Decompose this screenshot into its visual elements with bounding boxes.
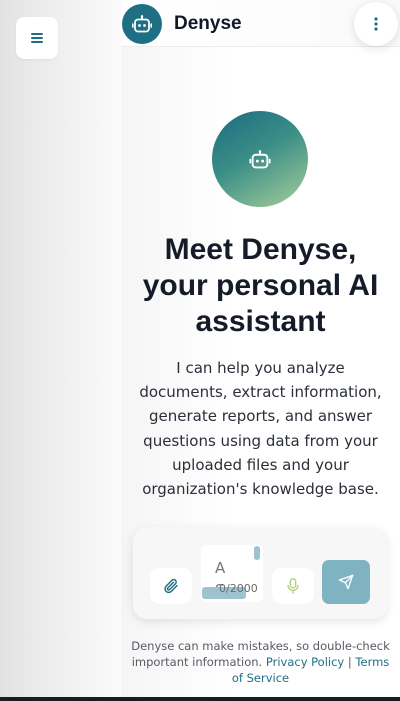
welcome-heading: Meet Denyse, your personal AI assistant [121, 232, 400, 340]
voice-input-button[interactable] [272, 568, 314, 604]
microphone-icon [287, 578, 299, 594]
welcome-heading-line-3: assistant [195, 305, 326, 338]
paperclip-icon [164, 578, 178, 594]
menu-button[interactable] [16, 17, 58, 59]
paper-plane-icon [338, 574, 354, 590]
robot-icon [132, 15, 152, 33]
footer-disclaimer: Denyse can make mistakes, so double-chec… [129, 638, 392, 686]
more-options-button[interactable] [354, 2, 398, 46]
hero-avatar [212, 111, 308, 207]
footer-separator: | [347, 655, 352, 669]
attach-file-button[interactable] [150, 568, 192, 604]
kebab-vertical-icon [374, 17, 378, 31]
robot-icon [249, 149, 271, 168]
chat-header: Denyse [121, 0, 400, 47]
send-button[interactable] [322, 560, 370, 604]
sidebar [0, 0, 121, 697]
app-window: Denyse Meet Denyse, your personal AI ass… [0, 0, 400, 697]
hamburger-icon [31, 33, 43, 43]
assistant-name: Denyse [174, 13, 242, 34]
welcome-heading-line-2: your personal AI [142, 269, 379, 302]
chat-main: Denyse Meet Denyse, your personal AI ass… [121, 0, 400, 697]
assistant-avatar [122, 4, 162, 44]
message-composer: AS 0/2000 [133, 527, 387, 619]
character-counter: 0/2000 [219, 582, 258, 595]
welcome-heading-line-1: Meet Denyse, [164, 233, 357, 266]
input-scrollbar-thumb[interactable] [254, 546, 260, 560]
welcome-description: I can help you analyze documents, extrac… [139, 359, 382, 499]
privacy-policy-link[interactable]: Privacy Policy [266, 655, 344, 669]
